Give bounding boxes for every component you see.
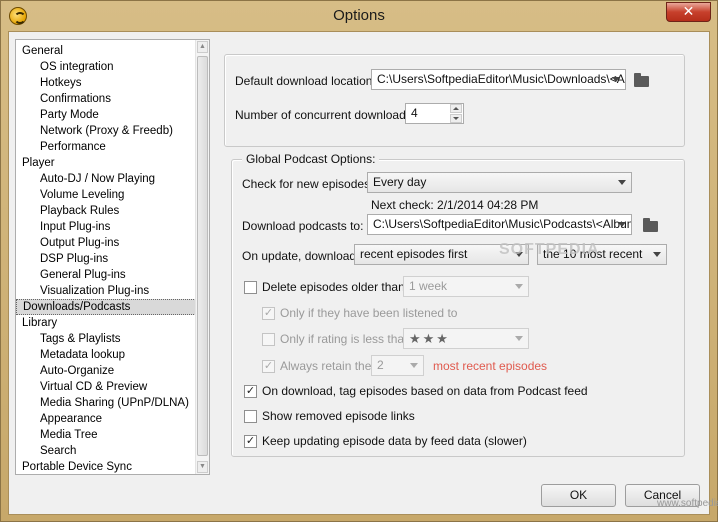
on-update-value: recent episodes first <box>360 247 468 261</box>
options-window: Options ✕ General OS integration Hotkeys Co… <box>0 0 718 522</box>
tree-item[interactable]: General Plug-ins <box>16 267 196 283</box>
download-location-combo[interactable]: C:\Users\SoftpediaEditor\Music\Downloads… <box>371 69 626 90</box>
concurrent-downloads-value: 4 <box>411 106 418 120</box>
tree-item[interactable]: Downloads/Podcasts <box>16 299 196 315</box>
tree-item[interactable]: Media Sharing (UPnP/DLNA) <box>16 395 196 411</box>
scroll-thumb[interactable] <box>197 56 208 456</box>
close-button[interactable]: ✕ <box>666 2 711 22</box>
tree-scrollbar[interactable]: ▲ ▼ <box>195 40 209 474</box>
tree-item[interactable]: OS integration <box>16 59 196 75</box>
window-title: Options <box>333 7 385 24</box>
chevron-down-icon <box>618 180 626 185</box>
chevron-down-icon <box>612 77 620 82</box>
tree-item[interactable]: Portable Device Sync <box>16 459 196 474</box>
chevron-down-icon <box>515 284 523 289</box>
stepper-up-icon[interactable] <box>450 104 462 113</box>
dialog-client: General OS integration Hotkeys Confirmation… <box>8 31 710 515</box>
check-episodes-value: Every day <box>373 175 427 189</box>
tree-item[interactable]: Tags & Playlists <box>16 331 196 347</box>
tree-item[interactable]: Appearance <box>16 411 196 427</box>
tree-item[interactable]: Virtual CD & Preview <box>16 379 196 395</box>
options-tree[interactable]: General OS integration Hotkeys Confirmation… <box>15 39 210 475</box>
next-check-text: Next check: 2/1/2014 04:28 PM <box>371 198 539 212</box>
chevron-down-icon <box>410 363 418 368</box>
listened-label: Only if they have been listened to <box>280 306 458 320</box>
tree-item[interactable]: Auto-Organize <box>16 363 196 379</box>
tree-item[interactable]: Media Tree <box>16 427 196 443</box>
chevron-down-icon <box>515 336 523 341</box>
folder-icon[interactable] <box>643 218 658 232</box>
tree-list: General OS integration Hotkeys Confirmation… <box>16 43 196 474</box>
delete-age-value: 1 week <box>409 279 448 293</box>
chevron-down-icon <box>618 222 626 227</box>
chevron-down-icon <box>653 252 661 257</box>
retain-count-value: 2 <box>377 358 384 372</box>
title-bar[interactable]: Options ✕ <box>1 1 717 31</box>
rating-label: Only if rating is less than <box>280 332 411 346</box>
rating-combo[interactable]: ★★★ <box>403 328 529 349</box>
tree-item[interactable]: Search <box>16 443 196 459</box>
concurrent-downloads-stepper[interactable]: 4 <box>405 103 464 124</box>
tree-item[interactable]: Volume Leveling <box>16 187 196 203</box>
retain-count-combo[interactable]: 2 <box>371 355 424 376</box>
podcast-group-title: Global Podcast Options: <box>242 152 380 166</box>
on-update-label: On update, download <box>242 249 357 263</box>
download-to-label: Download podcasts to: <box>242 219 364 233</box>
softpedia-url-watermark: www.softpedia.com <box>657 498 718 509</box>
ok-button[interactable]: OK <box>541 484 616 507</box>
tree-item[interactable]: Hotkeys <box>16 75 196 91</box>
tree-item[interactable]: Confirmations <box>16 91 196 107</box>
tree-item[interactable]: DSP Plug-ins <box>16 251 196 267</box>
tree-item[interactable]: Metadata lookup <box>16 347 196 363</box>
tag-episodes-checkbox[interactable]: ✓ <box>244 385 257 398</box>
scroll-down-icon[interactable]: ▼ <box>197 461 208 473</box>
retain-suffix-label: most recent episodes <box>433 359 548 373</box>
tag-episodes-label: On download, tag episodes based on data … <box>262 384 588 398</box>
podcast-options-group: Global Podcast Options: Check for new ep… <box>231 152 685 457</box>
softpedia-watermark: SOFTPEDIA <box>499 241 600 258</box>
tree-item[interactable]: Performance <box>16 139 196 155</box>
tree-item[interactable]: General <box>16 43 196 59</box>
rating-checkbox[interactable] <box>262 333 275 346</box>
listened-checkbox[interactable]: ✓ <box>262 307 275 320</box>
stepper-down-icon[interactable] <box>450 114 462 123</box>
download-to-value: C:\Users\SoftpediaEditor\Music\Podcasts\… <box>373 217 632 231</box>
scroll-up-icon[interactable]: ▲ <box>197 41 208 53</box>
retain-label: Always retain the <box>280 359 372 373</box>
delete-episodes-label: Delete episodes older than <box>262 280 405 294</box>
download-location-value: C:\Users\SoftpediaEditor\Music\Downloads… <box>377 72 626 86</box>
show-removed-checkbox[interactable] <box>244 410 257 423</box>
tree-item[interactable]: Party Mode <box>16 107 196 123</box>
show-removed-label: Show removed episode links <box>262 409 415 423</box>
retain-checkbox[interactable]: ✓ <box>262 360 275 373</box>
keep-updating-label: Keep updating episode data by feed data … <box>262 434 527 448</box>
download-location-label: Default download location: <box>235 74 376 88</box>
delete-age-combo[interactable]: 1 week <box>403 276 529 297</box>
download-to-combo[interactable]: C:\Users\SoftpediaEditor\Music\Podcasts\… <box>367 214 632 235</box>
check-episodes-combo[interactable]: Every day <box>367 172 632 193</box>
delete-episodes-checkbox[interactable] <box>244 281 257 294</box>
concurrent-downloads-label: Number of concurrent downloads: <box>235 108 416 122</box>
folder-icon[interactable] <box>634 73 649 87</box>
tree-item[interactable]: Output Plug-ins <box>16 235 196 251</box>
tree-item[interactable]: Input Plug-ins <box>16 219 196 235</box>
tree-item[interactable]: Player <box>16 155 196 171</box>
keep-updating-checkbox[interactable]: ✓ <box>244 435 257 448</box>
downloads-group: Default download location: C:\Users\Soft… <box>224 54 685 147</box>
tree-item[interactable]: Auto-DJ / Now Playing <box>16 171 196 187</box>
tree-item[interactable]: Visualization Plug-ins <box>16 283 196 299</box>
tree-item[interactable]: Network (Proxy & Freedb) <box>16 123 196 139</box>
tree-item[interactable]: Library <box>16 315 196 331</box>
rating-stars-icon: ★★★ <box>409 331 450 346</box>
tree-item[interactable]: Playback Rules <box>16 203 196 219</box>
check-episodes-label: Check for new episodes: <box>242 177 374 191</box>
